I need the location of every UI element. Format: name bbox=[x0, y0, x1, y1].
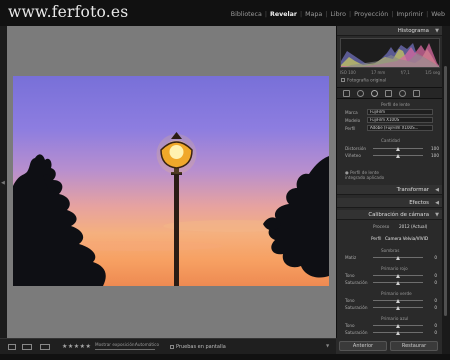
exposure-slider[interactable] bbox=[95, 349, 155, 350]
spot-removal-icon[interactable] bbox=[357, 90, 364, 97]
process-dropdown[interactable]: 2012 (Actual) bbox=[399, 224, 427, 229]
histogram-header[interactable]: Histograma ▼ bbox=[337, 26, 443, 36]
lens-note: ● Perfil de lente integrado aplicado bbox=[345, 170, 385, 180]
image-canvas[interactable] bbox=[7, 26, 336, 338]
right-panel-scrollbar[interactable] bbox=[442, 26, 450, 354]
watermark-logo: www.ferfoto.es bbox=[8, 3, 129, 21]
module-map[interactable]: Mapa bbox=[302, 11, 325, 18]
red-saturation-knob[interactable] bbox=[396, 281, 400, 285]
reset-button[interactable]: Restaurar bbox=[390, 341, 438, 351]
green-saturation-value[interactable]: 0 bbox=[427, 305, 437, 310]
shadows-tint-label: Matiz bbox=[345, 255, 357, 260]
green-primary-title: Primario verde bbox=[381, 291, 412, 296]
blue-primary-title: Primario azul bbox=[381, 316, 409, 321]
red-hue-value[interactable]: 0 bbox=[427, 273, 437, 278]
distortion-slider-knob[interactable] bbox=[396, 147, 400, 151]
make-label: Marca bbox=[345, 110, 358, 115]
previous-button[interactable]: Anterior bbox=[339, 341, 387, 351]
module-picker: Biblioteca | Revelar | Mapa | Libro | Proyec… bbox=[228, 11, 448, 18]
filmstrip-bar bbox=[0, 354, 450, 360]
blue-saturation-knob[interactable] bbox=[396, 331, 400, 335]
blue-hue-value[interactable]: 0 bbox=[427, 323, 437, 328]
green-hue-value[interactable]: 0 bbox=[427, 298, 437, 303]
before-after-icon[interactable] bbox=[22, 344, 32, 350]
module-library[interactable]: Biblioteca bbox=[228, 11, 265, 18]
shadows-tint-knob[interactable] bbox=[396, 256, 400, 260]
compare-icon[interactable] bbox=[40, 344, 50, 350]
vignetting-label: Viñeteo bbox=[345, 153, 361, 158]
distortion-label: Distorsión bbox=[345, 146, 367, 151]
collapse-icon[interactable]: ▼ bbox=[435, 212, 439, 218]
module-slideshow[interactable]: Proyección bbox=[351, 11, 391, 18]
green-hue-label: Tono bbox=[345, 298, 355, 303]
loupe-view-icon[interactable] bbox=[8, 344, 16, 350]
blue-saturation-label: Saturación bbox=[345, 330, 368, 335]
auto-dropdown[interactable]: Automático bbox=[135, 342, 159, 347]
crop-icon[interactable] bbox=[343, 90, 350, 97]
shadows-tint-value[interactable]: 0 bbox=[427, 255, 437, 260]
collapse-icon[interactable]: ▼ bbox=[435, 28, 439, 34]
make-field[interactable]: FujiFilm bbox=[367, 109, 433, 115]
action-buttons: Anterior Restaurar bbox=[336, 338, 442, 354]
calibration-header[interactable]: Calibración de cámara ▼ bbox=[337, 210, 443, 220]
checkbox-icon[interactable] bbox=[170, 344, 174, 349]
radial-filter-icon[interactable] bbox=[399, 90, 406, 97]
profile-field[interactable]: Adobe (FujiFilm X100S... bbox=[367, 125, 433, 131]
shadows-title: Sombras bbox=[381, 248, 400, 253]
blue-saturation-value[interactable]: 0 bbox=[427, 330, 437, 335]
profile-label: Perfil bbox=[371, 236, 382, 241]
top-bar: www.ferfoto.es Biblioteca | Revelar | Mapa… bbox=[0, 0, 450, 26]
profile-dropdown[interactable]: Camera Velvia/VIVID bbox=[385, 236, 428, 241]
exposure-display-label: Mostrar exposición: bbox=[95, 342, 136, 347]
histogram-graph bbox=[340, 38, 440, 68]
photo-preview bbox=[13, 76, 329, 286]
blue-hue-label: Tono bbox=[345, 323, 355, 328]
scrollbar-thumb[interactable] bbox=[444, 66, 447, 316]
red-saturation-label: Saturación bbox=[345, 280, 368, 285]
adjustment-brush-icon[interactable] bbox=[413, 90, 420, 97]
tool-strip bbox=[337, 87, 443, 99]
soft-proof-toggle[interactable]: Pruebas en pantalla bbox=[170, 344, 226, 350]
green-saturation-knob[interactable] bbox=[396, 306, 400, 310]
left-panel-toggle-icon[interactable]: ◀ bbox=[1, 180, 5, 186]
effects-header[interactable]: Efectos ◀ bbox=[337, 198, 443, 208]
original-photo-toggle[interactable]: Fotografía original bbox=[341, 78, 386, 84]
rating-stars[interactable]: ★★★★★ bbox=[62, 343, 91, 350]
vignetting-slider-knob[interactable] bbox=[396, 154, 400, 158]
bottom-toolbar: ★★★★★ Mostrar exposición: Automático Pru… bbox=[0, 338, 336, 354]
lens-profile-label: Perfil de lente bbox=[381, 102, 410, 107]
distortion-value[interactable]: 100 bbox=[427, 146, 439, 151]
expand-icon[interactable]: ◀ bbox=[435, 187, 439, 193]
profile-label: Perfil bbox=[345, 126, 356, 131]
module-print[interactable]: Imprimir bbox=[393, 11, 426, 18]
amount-label: Cantidad bbox=[381, 138, 400, 143]
toolbar-menu-icon[interactable]: ▼ bbox=[326, 343, 329, 348]
expand-icon[interactable]: ◀ bbox=[435, 200, 439, 206]
histogram-plot bbox=[341, 43, 439, 67]
green-hue-knob[interactable] bbox=[396, 299, 400, 303]
red-primary-title: Primario rojo bbox=[381, 266, 408, 271]
right-panel: Histograma ▼ ISO 100 17 mm f/7,1 1/5 seg… bbox=[336, 26, 443, 354]
module-web[interactable]: Web bbox=[428, 11, 448, 18]
green-saturation-label: Saturación bbox=[345, 305, 368, 310]
red-saturation-value[interactable]: 0 bbox=[427, 280, 437, 285]
transform-header[interactable]: Transformar ◀ bbox=[337, 185, 443, 195]
blue-hue-knob[interactable] bbox=[396, 324, 400, 328]
vignetting-value[interactable]: 100 bbox=[427, 153, 439, 158]
exif-readout: ISO 100 17 mm f/7,1 1/5 seg bbox=[340, 70, 440, 75]
histogram-title: Histograma bbox=[397, 28, 429, 34]
red-hue-knob[interactable] bbox=[396, 274, 400, 278]
model-label: Modelo bbox=[345, 118, 361, 123]
module-develop[interactable]: Revelar bbox=[267, 11, 300, 18]
checkbox-icon[interactable] bbox=[341, 78, 345, 82]
redeye-icon[interactable] bbox=[371, 90, 378, 97]
process-label: Proceso bbox=[373, 224, 390, 229]
graduated-filter-icon[interactable] bbox=[385, 90, 392, 97]
red-hue-label: Tono bbox=[345, 273, 355, 278]
module-book[interactable]: Libro bbox=[327, 11, 349, 18]
model-field[interactable]: FujiFilm X100S bbox=[367, 117, 433, 123]
photo-scene bbox=[13, 132, 329, 286]
